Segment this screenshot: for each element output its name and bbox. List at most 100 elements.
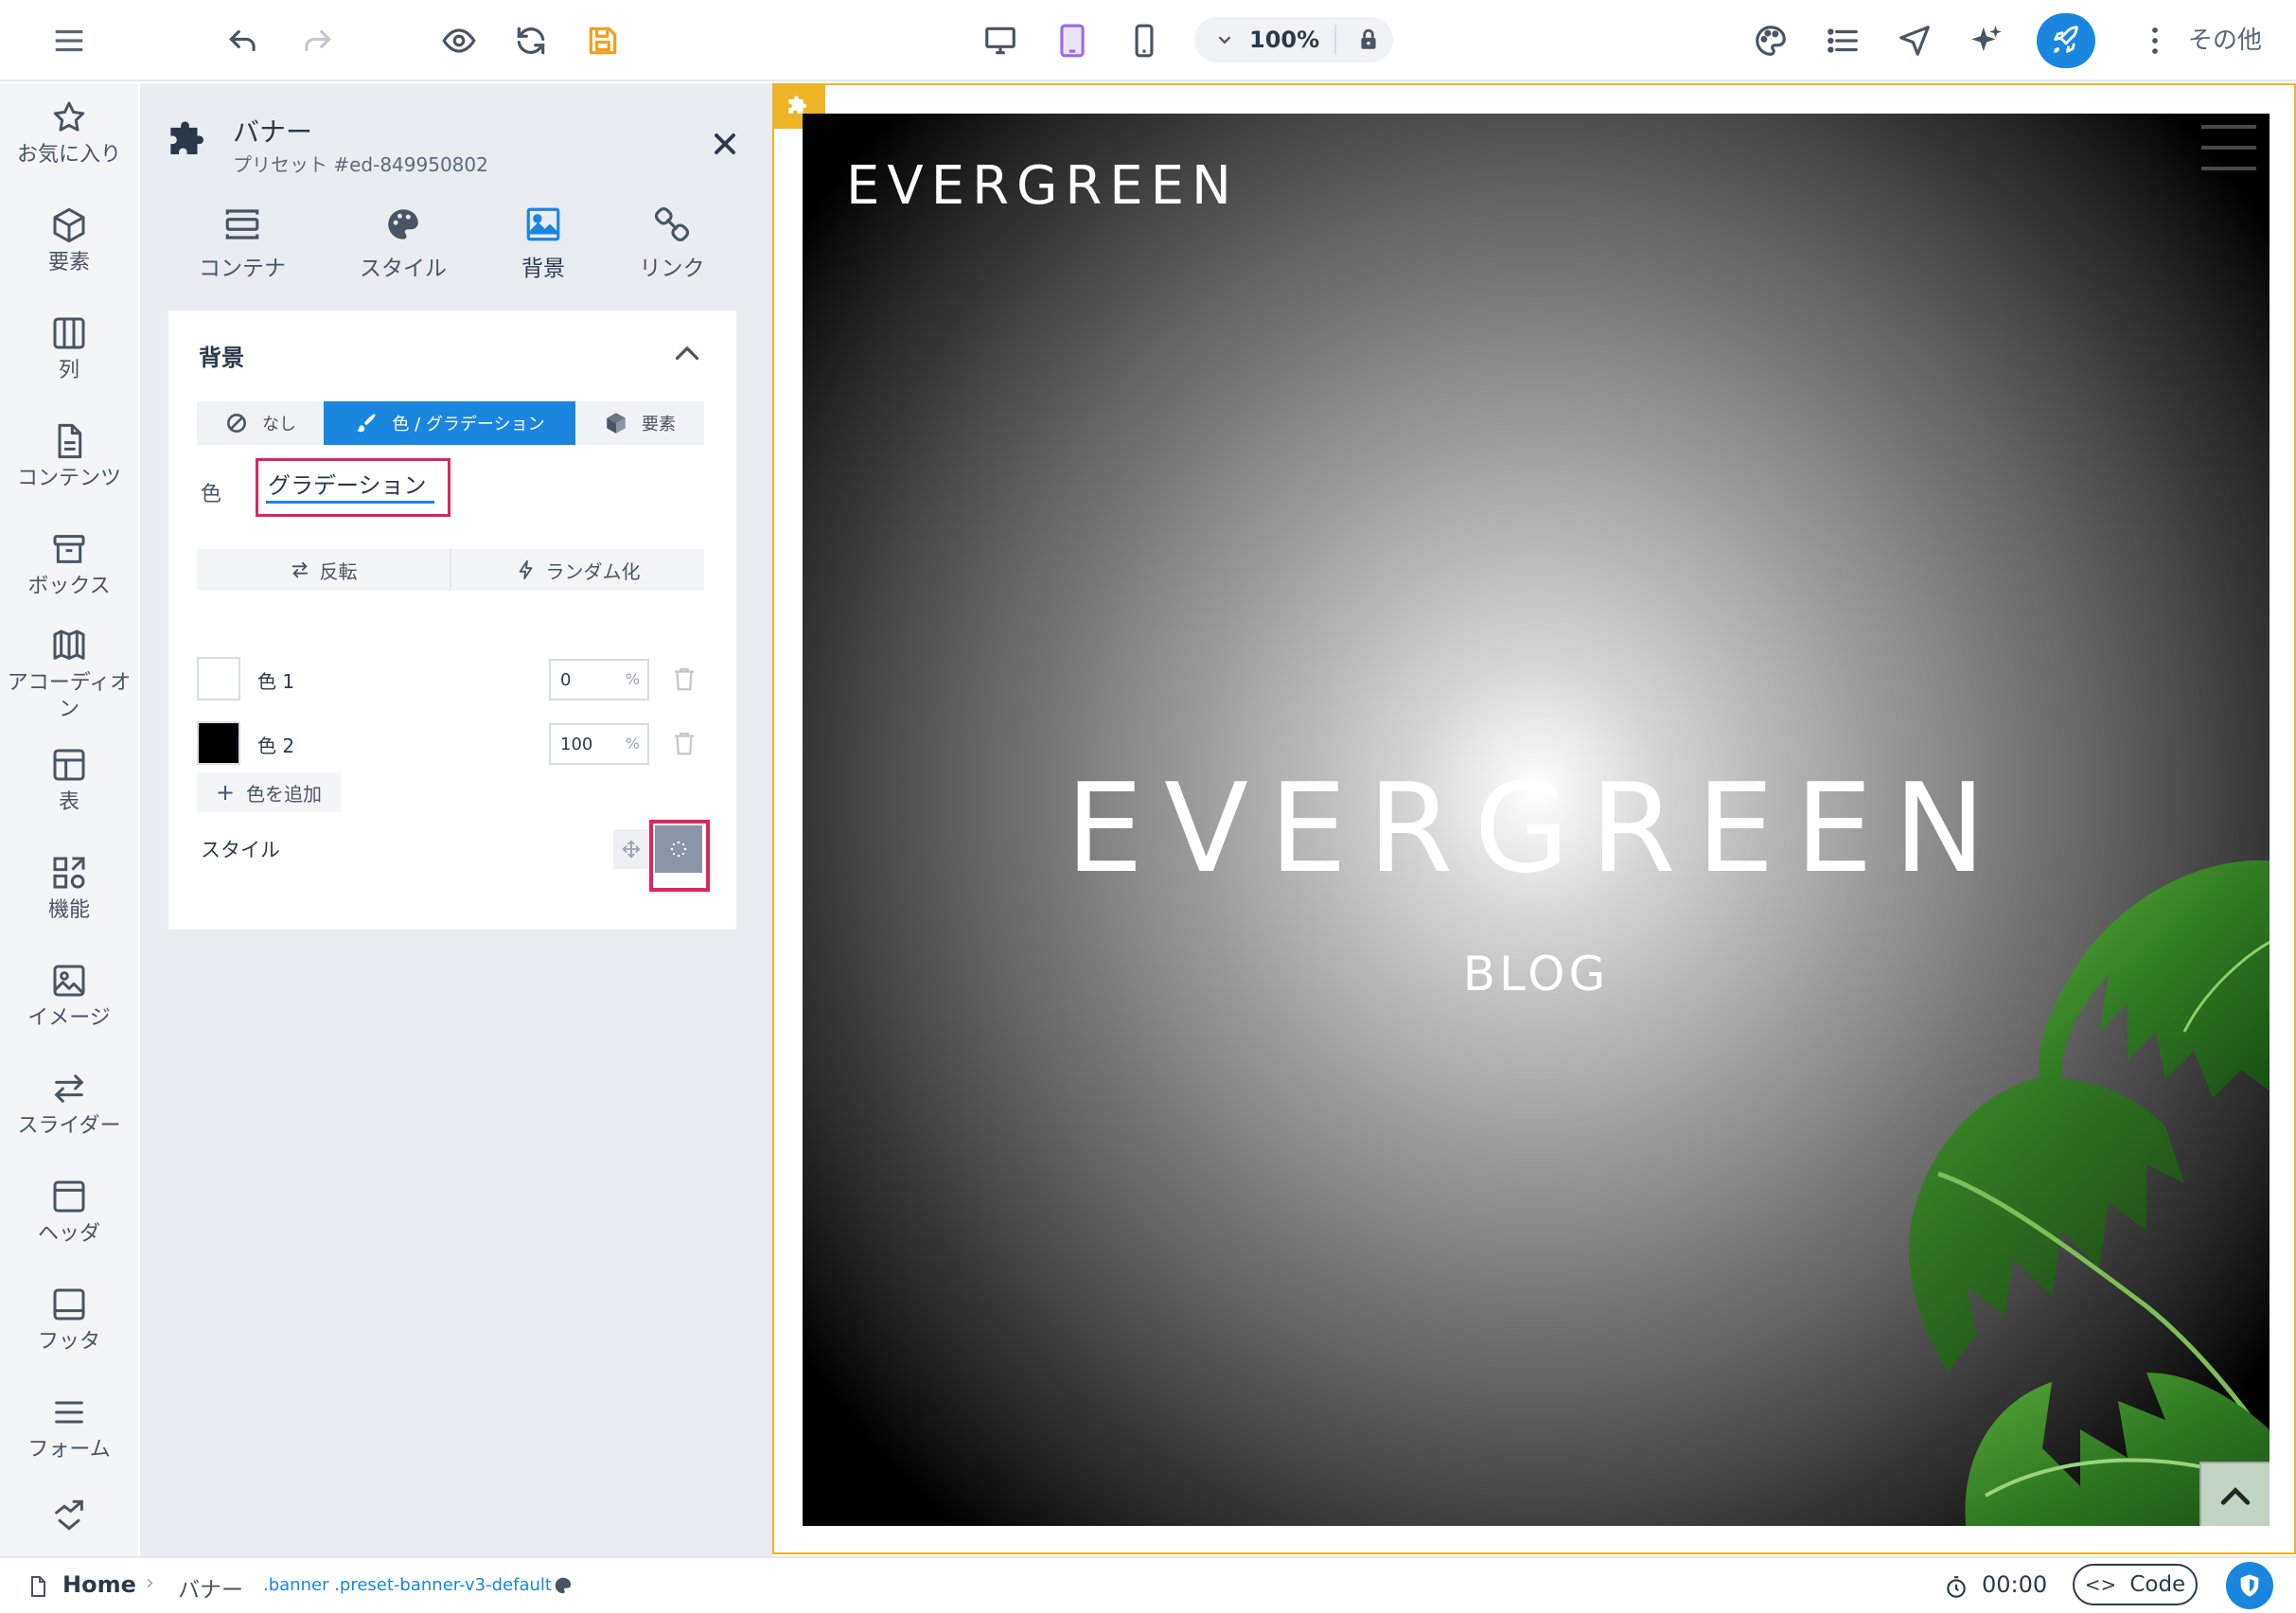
lock-icon[interactable] <box>1350 27 1387 52</box>
scroll-to-top-button[interactable] <box>2199 1462 2270 1526</box>
hero-title[interactable]: EVERGREEN <box>803 767 2270 890</box>
preview-eye-icon[interactable] <box>435 17 483 64</box>
table-icon <box>53 749 85 781</box>
chevron-up-icon[interactable] <box>670 337 704 371</box>
code-label: Code <box>2129 1572 2186 1597</box>
rail-item-label: お気に入り <box>16 143 121 167</box>
rail-item-table[interactable]: 表 <box>0 746 138 816</box>
stop-position-input[interactable]: 0 % <box>549 659 649 700</box>
randomize-label: ランダム化 <box>545 559 641 583</box>
rail-item-header[interactable]: ヘッダ <box>0 1178 138 1248</box>
rail-item-elements[interactable]: 要素 <box>0 206 138 276</box>
more-vertical-icon[interactable] <box>2131 17 2179 64</box>
rail-item-label: イメージ <box>27 1006 111 1030</box>
chevron-down-icon[interactable] <box>1206 29 1244 50</box>
trash-icon[interactable] <box>670 665 698 693</box>
features-icon <box>53 857 85 889</box>
breadcrumb-separator: › <box>146 1571 154 1595</box>
color-swatch[interactable] <box>197 657 240 700</box>
brush-icon <box>357 414 377 433</box>
breadcrumb-classes[interactable]: .banner .preset-banner-v3-default <box>263 1575 552 1595</box>
mobile-icon[interactable] <box>1121 17 1168 64</box>
reverse-button[interactable]: 反転 <box>197 549 450 591</box>
rail-item-features[interactable]: 機能 <box>0 854 138 924</box>
stop-position-value[interactable]: 100 <box>560 735 592 754</box>
hamburger-menu-icon[interactable] <box>2201 125 2256 176</box>
rail-item-footer[interactable]: フッタ <box>0 1285 138 1356</box>
rail-item-accordion[interactable]: アコーディオン <box>0 627 138 723</box>
rail-item-slider[interactable]: スライダー <box>0 1070 138 1140</box>
palette-icon[interactable] <box>1747 17 1794 64</box>
mode-none-button[interactable]: なし <box>197 401 324 445</box>
rail-item-label: 機能 <box>47 898 90 922</box>
undo-icon[interactable] <box>220 17 267 64</box>
form-icon <box>55 1401 83 1424</box>
rail-item-label: ボックス <box>27 575 111 598</box>
breadcrumb-home[interactable]: Home <box>62 1571 136 1598</box>
rail-item-contents[interactable]: コンテンツ <box>0 422 138 492</box>
menu-icon[interactable] <box>45 17 93 64</box>
tab-style[interactable]: スタイル <box>337 204 469 282</box>
rail-item-box[interactable]: ボックス <box>0 530 138 600</box>
cube-icon <box>53 207 85 243</box>
trash-icon[interactable] <box>670 729 698 757</box>
stop-position-value[interactable]: 0 <box>560 670 571 690</box>
add-color-button[interactable]: + 色を追加 <box>197 772 341 812</box>
top-toolbar: 100% その他 <box>0 0 2296 81</box>
rail-item-more[interactable] <box>0 1494 138 1532</box>
stop-position-input[interactable]: 100 % <box>549 723 649 765</box>
color-type-select[interactable]: グラデーション <box>256 458 450 517</box>
linear-style-button[interactable] <box>613 829 649 869</box>
bolt-icon <box>519 559 532 580</box>
rail-item-columns[interactable]: 列 <box>0 314 138 384</box>
shield-button[interactable] <box>2226 1562 2273 1609</box>
swap-icon <box>291 561 308 578</box>
slider-icon <box>54 1074 84 1103</box>
select-underline <box>266 501 434 504</box>
link-icon <box>654 206 690 242</box>
refresh-icon[interactable] <box>507 17 555 64</box>
palette-icon[interactable] <box>553 1575 574 1596</box>
publish-button[interactable] <box>2037 13 2095 68</box>
desktop-icon[interactable] <box>977 17 1024 64</box>
zoom-value[interactable]: 100% <box>1249 27 1319 53</box>
more-label[interactable]: その他 <box>2188 21 2262 56</box>
banner-preview[interactable]: EVERGREEN EVERGREEN BLOG <box>803 114 2270 1526</box>
rail-item-label: 表 <box>58 790 79 814</box>
randomize-button[interactable]: ランダム化 <box>451 549 704 591</box>
timer-value: 00:00 <box>1982 1571 2048 1598</box>
rail-item-favorites[interactable]: お気に入り <box>0 98 138 168</box>
rail-item-label: フォーム <box>27 1438 111 1462</box>
save-icon[interactable] <box>579 17 627 64</box>
rail-item-label: アコーディオン <box>7 671 132 721</box>
panel-subtitle: プリセット #ed-849950802 <box>233 153 488 176</box>
mode-gradient-button[interactable]: 色 / グラデーション <box>324 401 575 445</box>
tab-background[interactable]: 背景 <box>477 204 609 282</box>
gradient-actions: 反転 ランダム化 <box>197 549 704 591</box>
shield-icon <box>2240 1574 2259 1597</box>
tab-link[interactable]: リンク <box>606 204 738 282</box>
rail-item-image[interactable]: イメージ <box>0 962 138 1032</box>
tablet-icon[interactable] <box>1049 17 1096 64</box>
ai-sparkle-icon[interactable] <box>1963 17 2010 64</box>
zoom-control[interactable]: 100% <box>1194 17 1393 62</box>
color-type-value[interactable]: グラデーション <box>268 467 427 500</box>
color-swatch[interactable] <box>197 721 240 765</box>
properties-panel: バナー プリセット #ed-849950802 コンテナ スタイル 背景 リンク… <box>140 83 772 1556</box>
mode-element-button[interactable]: 要素 <box>575 401 704 445</box>
columns-icon <box>53 317 85 349</box>
close-icon[interactable] <box>708 127 742 161</box>
hero-subtitle[interactable]: BLOG <box>803 950 2270 998</box>
tab-container[interactable]: コンテナ <box>176 204 309 282</box>
document-icon <box>58 423 82 459</box>
navigate-icon[interactable] <box>1891 17 1938 64</box>
mode-label: 要素 <box>642 415 676 434</box>
rail-item-form[interactable]: フォーム <box>0 1393 138 1463</box>
list-icon[interactable] <box>1819 17 1866 64</box>
site-logo[interactable]: EVERGREEN <box>846 155 1239 217</box>
code-button[interactable]: <> Code <box>2073 1564 2198 1605</box>
puzzle-icon <box>170 121 203 154</box>
breadcrumb-element[interactable]: バナー <box>178 1571 243 1604</box>
redo-icon[interactable] <box>293 17 341 64</box>
rail-item-label: フッタ <box>37 1330 100 1354</box>
